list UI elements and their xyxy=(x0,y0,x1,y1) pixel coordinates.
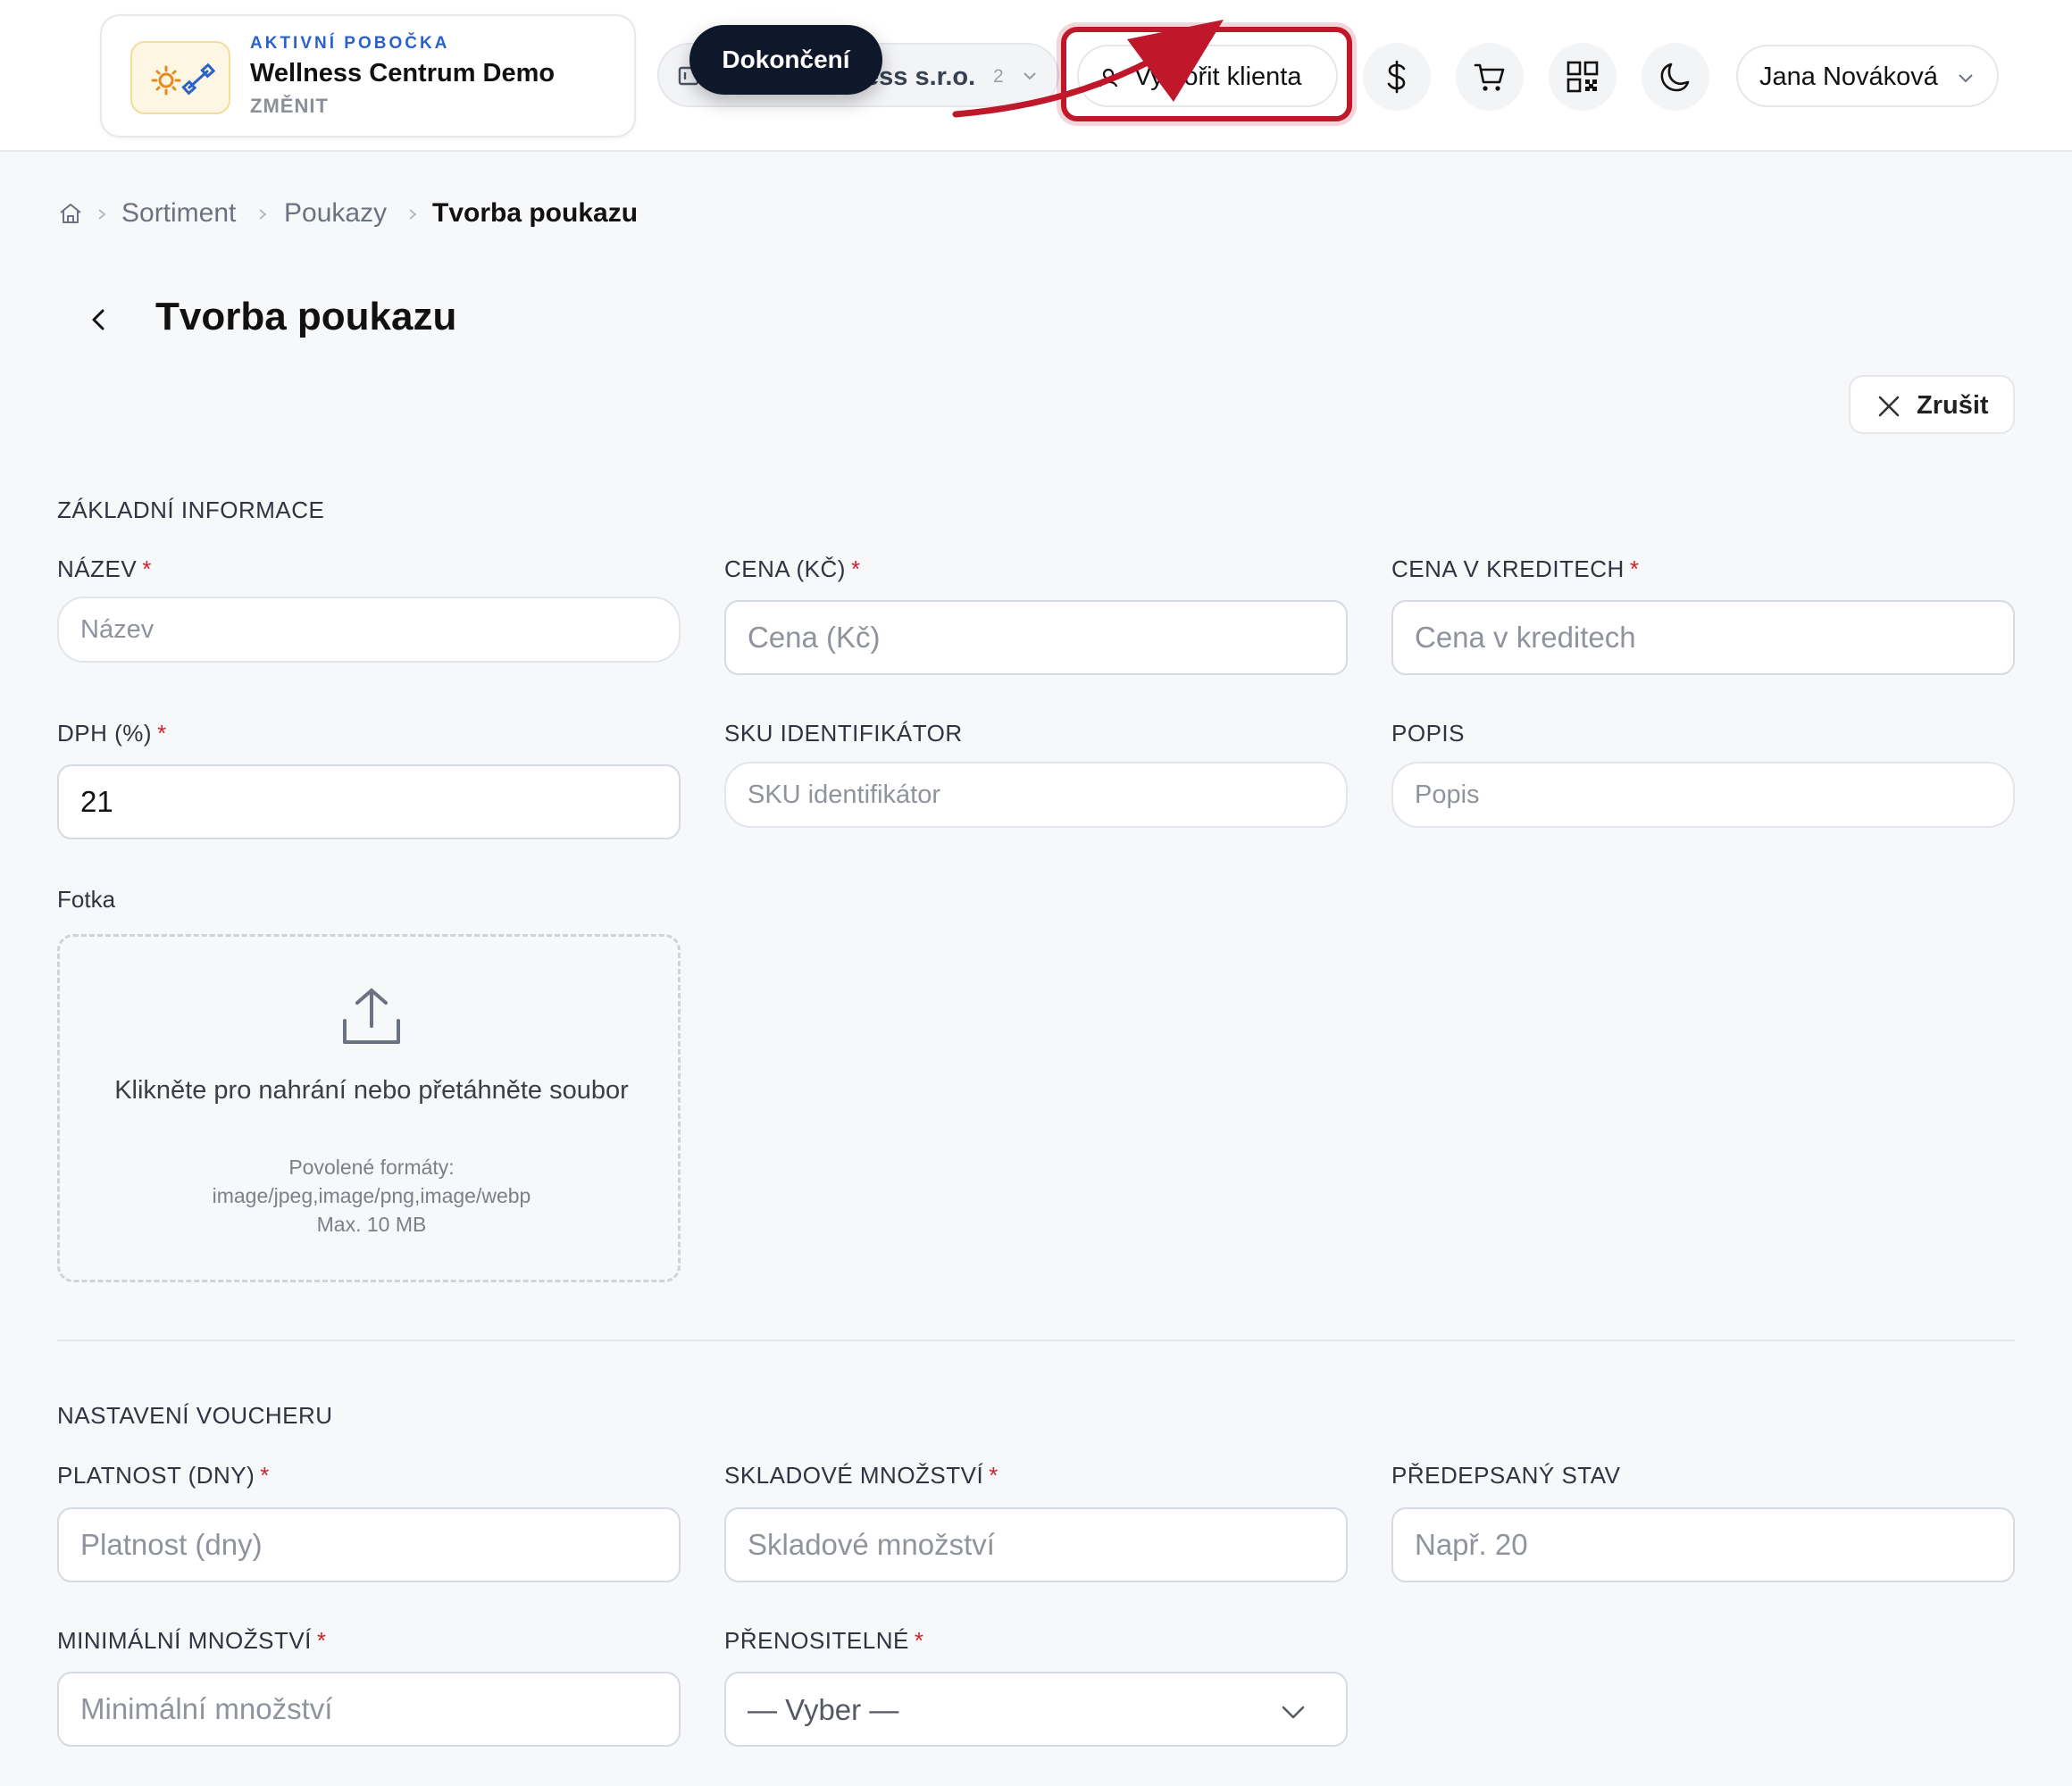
close-icon xyxy=(1878,396,1900,417)
description-input[interactable] xyxy=(1391,762,2015,828)
tour-tooltip[interactable]: Dokončení xyxy=(689,25,882,95)
chevron-right-icon xyxy=(409,209,417,220)
company-count-badge: 2 xyxy=(993,66,1004,87)
upload-constraints: Povolené formáty: image/jpeg,image/png,i… xyxy=(96,1153,648,1239)
min-quantity-input[interactable] xyxy=(57,1672,681,1747)
branch-kicker: AKTIVNÍ POBOČKA xyxy=(250,34,450,53)
field-label-vat: DPH (%) * xyxy=(57,720,167,747)
field-label-credit-price: CENA V KREDITECH * xyxy=(1391,555,1640,582)
field-label-stock: SKLADOVÉ MNOŽSTVÍ * xyxy=(724,1462,998,1489)
price-input[interactable] xyxy=(724,600,1348,675)
qr-code-icon xyxy=(1567,61,1599,93)
field-label-description: POPIS xyxy=(1391,720,1465,747)
breadcrumb-item-sortiment[interactable]: Sortiment xyxy=(121,198,236,229)
upload-formats-label: Povolené formáty: xyxy=(288,1156,455,1179)
cart-icon xyxy=(1474,63,1505,91)
home-icon[interactable] xyxy=(57,200,84,227)
section-title-basic-info: ZÁKLADNÍ INFORMACE xyxy=(57,497,325,523)
qr-code-button[interactable] xyxy=(1549,43,1617,111)
sku-input[interactable] xyxy=(724,762,1348,828)
name-input[interactable] xyxy=(57,597,681,663)
field-label-min-quantity: MINIMÁLNÍ MNOŽSTVÍ * xyxy=(57,1627,327,1654)
branch-logo xyxy=(130,41,230,114)
field-label-sku: SKU IDENTIFIKÁTOR xyxy=(724,720,963,747)
validity-days-input[interactable] xyxy=(57,1507,681,1582)
branch-logo-icon xyxy=(151,63,216,96)
field-label-price: CENA (KČ) * xyxy=(724,555,861,582)
field-label-validity: PLATNOST (DNY) * xyxy=(57,1462,270,1489)
branch-name: Wellness Centrum Demo xyxy=(250,59,556,88)
active-branch-card[interactable]: AKTIVNÍ POBOČKA Wellness Centrum Demo ZM… xyxy=(100,14,636,138)
stock-quantity-input[interactable] xyxy=(724,1507,1348,1582)
transferable-selected-value: — Vyber — xyxy=(748,1693,899,1726)
section-title-voucher-settings: NASTAVENÍ VOUCHERU xyxy=(57,1402,333,1429)
field-label-photo: Fotka xyxy=(57,886,116,913)
payments-button[interactable] xyxy=(1363,43,1431,111)
chevron-down-icon xyxy=(1023,72,1036,80)
field-label-transferable: PŘENOSITELNÉ * xyxy=(724,1627,924,1654)
page-title: Tvorba poukazu xyxy=(155,295,457,338)
user-menu[interactable]: Jana Nováková xyxy=(1736,45,1999,107)
photo-upload-dropzone[interactable]: Klikněte pro nahrání nebo přetáhněte sou… xyxy=(57,934,681,1282)
back-arrow-icon[interactable] xyxy=(79,300,118,339)
field-label-name: NÁZEV * xyxy=(57,555,152,582)
dollar-icon xyxy=(1387,60,1406,94)
breadcrumb-item-poukazy[interactable]: Poukazy xyxy=(284,198,387,229)
user-name: Jana Nováková xyxy=(1759,63,1938,91)
transferable-select[interactable]: — Vyber — xyxy=(724,1672,1348,1747)
vat-input[interactable] xyxy=(57,764,681,839)
upload-formats: image/jpeg,image/png,image/webp xyxy=(212,1184,531,1207)
section-divider xyxy=(57,1340,2015,1341)
chevron-right-icon xyxy=(98,209,106,220)
top-bar: AKTIVNÍ POBOČKA Wellness Centrum Demo ZM… xyxy=(0,0,2072,152)
credit-price-input[interactable] xyxy=(1391,600,2015,675)
upload-instructions: Klikněte pro nahrání nebo přetáhněte sou… xyxy=(114,1076,629,1105)
upload-max-size: Max. 10 MB xyxy=(316,1213,427,1236)
chevron-down-icon xyxy=(1282,1706,1305,1719)
chevron-right-icon xyxy=(259,209,267,220)
cancel-button[interactable]: Zrušit xyxy=(1849,375,2015,434)
breadcrumb-item-current: Tvorba poukazu xyxy=(432,198,639,228)
prescribed-state-input[interactable] xyxy=(1391,1507,2015,1582)
theme-toggle-button[interactable] xyxy=(1642,43,1709,111)
cart-button[interactable] xyxy=(1456,43,1524,111)
cancel-label: Zrušit xyxy=(1917,391,1989,420)
field-label-prescribed-state: PŘEDEPSANÝ STAV xyxy=(1391,1462,1621,1489)
tour-highlight-frame xyxy=(1061,27,1352,121)
moon-icon xyxy=(1660,63,1690,92)
upload-icon xyxy=(343,989,400,1044)
branch-change-link[interactable]: ZMĚNIT xyxy=(250,95,329,118)
chevron-down-icon xyxy=(1959,74,1973,83)
